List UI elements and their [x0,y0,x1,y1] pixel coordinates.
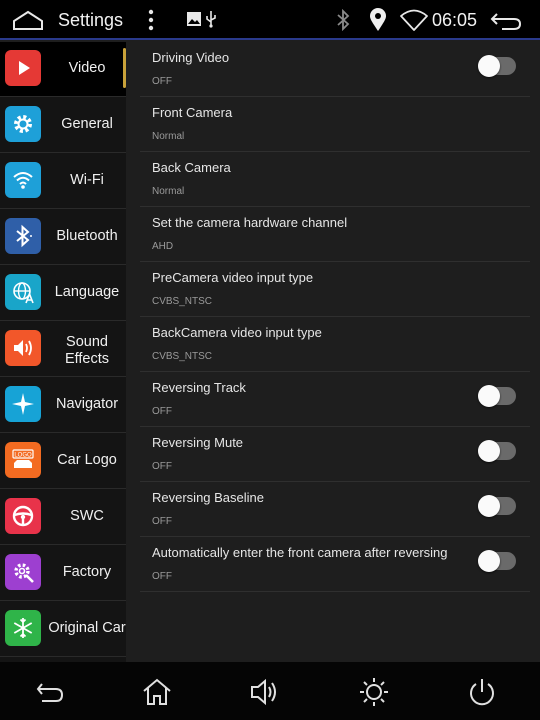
setting-value: OFF [152,516,172,527]
home-button[interactable] [141,676,173,708]
driving-video-toggle[interactable] [478,55,516,77]
toggle-knob [478,440,500,462]
sidebar-item-original-car[interactable]: Original Car [0,602,126,657]
setting-row-auto-front-camera[interactable]: Automatically enter the front camera aft… [140,537,530,592]
sidebar-item-label: General [61,116,113,132]
volume-icon [251,678,276,706]
home-icon [143,678,171,705]
setting-title: Set the camera hardware channel [152,215,348,230]
toggle-knob [478,495,500,517]
setting-row-reversing-track[interactable]: Reversing Track OFF [140,372,530,427]
setting-title: Reversing Baseline [152,490,265,505]
reversing-mute-toggle[interactable] [478,440,516,462]
back-icon [36,683,64,702]
reversing-baseline-toggle[interactable] [478,495,516,517]
setting-row-reversing-baseline[interactable]: Reversing Baseline OFF [140,482,530,537]
sidebar-item-label: Car Logo [57,452,117,468]
sidebar-item-video[interactable]: Video [0,42,126,97]
setting-value: Normal [152,131,185,142]
setting-value: CVBS_NTSC [152,296,213,307]
setting-title: Back Camera [152,160,231,175]
sidebar-item-label: Bluetooth [56,228,118,244]
sidebar-item-label: SWC [70,508,104,524]
globe-icon [5,274,41,310]
clock-time: 06:05 [432,10,478,30]
setting-row-camera-hardware-channel[interactable]: Set the camera hardware channel AHD [140,207,530,262]
setting-title: BackCamera video input type [152,325,322,340]
setting-value: OFF [152,571,172,582]
setting-row-back-camera[interactable]: Back Camera Normal [140,152,530,207]
power-button[interactable] [466,676,498,708]
sidebar-item-general[interactable]: General [0,98,126,153]
setting-title: Driving Video [152,50,230,65]
gear-icon [5,106,41,142]
location-icon [370,8,386,31]
sidebar-item-label: Sound Effects [64,334,110,367]
steering-wheel-icon [5,498,41,534]
sidebar-item-car-logo[interactable]: LOGO Car Logo [0,434,126,489]
overflow-menu-icon[interactable] [146,9,156,31]
compass-icon [5,386,41,422]
sidebar-item-bluetooth[interactable]: Bluetooth [0,210,126,265]
setting-title: Front Camera [152,105,233,120]
reversing-track-toggle[interactable] [478,385,516,407]
setting-row-backcamera-input-type[interactable]: BackCamera video input type CVBS_NTSC [140,317,530,372]
setting-value: CVBS_NTSC [152,351,213,362]
sidebar-item-label: Wi-Fi [70,172,104,188]
sidebar-item-label: Video [68,60,106,76]
power-icon [470,679,494,706]
sidebar-item-swc[interactable]: SWC [0,490,126,545]
setting-value: OFF [152,461,172,472]
settings-category-sidebar: Video General Wi-Fi Bluetooth Language S… [0,42,126,662]
setting-title: PreCamera video input type [152,270,314,285]
snowflake-icon [5,610,41,646]
image-icon [187,12,201,26]
setting-value: OFF [152,76,172,87]
factory-gear-icon [5,554,41,590]
wifi-icon [400,9,428,31]
sidebar-item-wifi[interactable]: Wi-Fi [0,154,126,209]
back-arrow-icon[interactable] [490,10,522,32]
setting-title: Reversing Track [152,380,246,395]
setting-value: OFF [152,406,172,417]
sidebar-item-label: Factory [62,564,112,580]
video-settings-list: Driving Video OFF Front Camera Normal Ba… [126,42,540,662]
sidebar-item-label: Original Car [48,620,126,636]
brightness-icon [360,678,388,706]
sidebar-item-navigator[interactable]: Navigator [0,378,126,433]
sidebar-item-factory[interactable]: Factory [0,546,126,601]
speaker-icon [5,330,41,366]
setting-value: AHD [152,241,174,252]
sidebar-item-language[interactable]: Language [0,266,126,321]
toggle-knob [478,55,500,77]
auto-front-camera-toggle[interactable] [478,550,516,572]
home-outline-icon[interactable] [12,9,44,31]
setting-value: Normal [152,186,185,197]
setting-row-reversing-mute[interactable]: Reversing Mute OFF [140,427,530,482]
setting-row-driving-video[interactable]: Driving Video OFF [140,42,530,97]
car-logo-icon: LOGO [5,442,41,478]
sidebar-item-sound-effects[interactable]: Sound Effects [0,322,126,377]
setting-title: Automatically enter the front camera aft… [152,545,448,560]
volume-button[interactable] [249,676,281,708]
sidebar-item-label: Language [54,284,120,300]
status-bar: Settings 06:05 [0,0,540,40]
wifi-icon [5,162,41,198]
setting-row-front-camera[interactable]: Front Camera Normal [140,97,530,152]
bluetooth-icon [5,218,41,254]
back-button[interactable] [34,676,66,708]
bluetooth-icon [337,9,350,31]
toggle-knob [478,385,500,407]
bottom-navigation-bar [0,662,540,720]
setting-title: Reversing Mute [152,435,244,450]
usb-icon [206,11,216,28]
sidebar-item-label: Navigator [55,396,119,412]
svg-text:LOGO: LOGO [14,453,32,459]
setting-row-precamera-input-type[interactable]: PreCamera video input type CVBS_NTSC [140,262,530,317]
toggle-knob [478,550,500,572]
page-title: Settings [58,10,124,30]
play-icon [5,50,41,86]
brightness-button[interactable] [358,676,390,708]
